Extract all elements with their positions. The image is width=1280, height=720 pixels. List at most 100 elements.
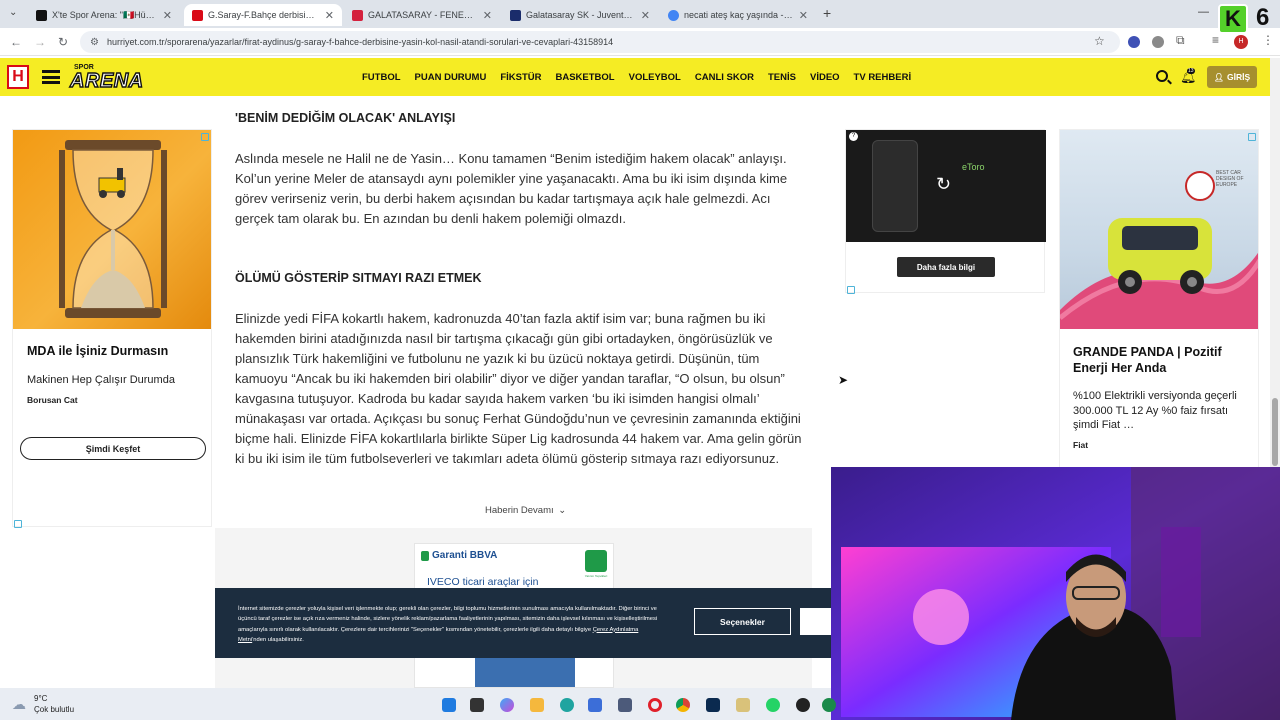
tab-title: X'te Spor Arena: "🇲🇽Hürriyet sp (52, 9, 157, 20)
left-ad-card[interactable]: MDA ile İşiniz Durmasın Makinen Hep Çalı… (12, 129, 212, 528)
extensions-puzzle-icon[interactable]: ⧉ (1176, 33, 1185, 48)
video-ad-card[interactable]: eToro ↻ ? Daha fazla bilgi (845, 129, 1046, 294)
edge-icon[interactable] (560, 698, 574, 712)
nav-item-futbol[interactable]: FUTBOL (362, 72, 401, 83)
cookie-text-end: 'nden ulaşabilirsiniz. (252, 636, 304, 643)
browser-tab[interactable]: X'te Spor Arena: "🇲🇽Hürriyet sp ✕ (28, 4, 180, 26)
nav-item-video[interactable]: VİDEO (810, 72, 840, 83)
copilot-icon[interactable] (500, 698, 514, 712)
cookie-options-button[interactable]: Seçenekler (694, 608, 791, 635)
article-paragraph: Aslında mesele ne Halil ne de Yasin… Kon… (235, 151, 788, 226)
close-tab-icon[interactable]: ✕ (163, 9, 172, 22)
chrome-icon[interactable] (676, 698, 690, 712)
adchoices-icon[interactable] (201, 133, 209, 141)
browser-tab-active[interactable]: G.Saray-F.Bahçe derbisine Yasin ✕ (184, 4, 342, 26)
bookmark-star-icon[interactable]: ☆ (1094, 34, 1105, 48)
url-text: hurriyet.com.tr/sporarena/yazarlar/firat… (106, 37, 614, 47)
file-explorer-icon[interactable] (530, 698, 544, 712)
hamburger-menu-icon[interactable] (42, 70, 60, 84)
browser-tab[interactable]: Galatasaray SK - Juventus, 17 Ş ✕ (502, 4, 658, 26)
read-more-link[interactable]: Haberin Devamı ⌄ (485, 505, 566, 516)
nav-item-canli-skor[interactable]: CANLI SKOR (695, 72, 754, 83)
tab-title: necati ateş kaç yaşında - Googl (684, 10, 793, 20)
minimize-icon[interactable]: — (1198, 6, 1209, 18)
weather-temp[interactable]: 9°C (34, 694, 47, 703)
tab-search-icon[interactable]: ⌄ (9, 7, 17, 18)
search-icon[interactable] (1156, 70, 1168, 82)
ad-info-icon[interactable] (14, 520, 22, 528)
banner-text: IVECO ticari araçlar için (427, 576, 539, 588)
nav-item-tv-rehberi[interactable]: TV REHBERİ (854, 72, 912, 83)
google-favicon-icon (668, 9, 679, 21)
browser-tab[interactable]: necati ateş kaç yaşında - Googl ✕ (660, 4, 816, 26)
close-tab-icon[interactable]: ✕ (641, 9, 650, 22)
app-icon[interactable] (822, 698, 836, 712)
chevron-down-icon: ⌄ (558, 505, 567, 516)
windows-start-icon[interactable] (442, 698, 456, 712)
site-info-icon[interactable]: ⚙ (90, 37, 99, 48)
ad-brand: Borusan Cat (27, 395, 78, 405)
forward-icon[interactable]: → (34, 35, 46, 49)
back-icon[interactable]: ← (10, 35, 22, 49)
banner-brand: Garanti BBVA (432, 550, 498, 561)
video-ad-player[interactable]: eToro ↻ ? (846, 130, 1046, 242)
browser-menu-icon[interactable]: ⋮ (1262, 33, 1274, 47)
nav-item-fikstur[interactable]: FİKSTÜR (500, 72, 541, 83)
article-paragraph: Elinizde yedi FİFA kokartlı hakem, kadro… (235, 311, 802, 466)
task-view-icon[interactable] (470, 698, 484, 712)
cookie-text: İnternet sitemizde çerezler yoluyla kişi… (238, 604, 663, 645)
tab-title: GALATASARAY - FENERBAHÇE (368, 10, 477, 20)
profile-avatar[interactable]: H (1234, 35, 1248, 49)
extension-icon[interactable] (1128, 36, 1140, 48)
replay-icon[interactable]: ↻ (936, 174, 951, 195)
opera-icon[interactable] (648, 698, 662, 712)
hourglass-ad-image[interactable] (13, 130, 211, 329)
nav-item-voleybol[interactable]: VOLEYBOL (629, 72, 681, 83)
close-tab-icon[interactable]: ✕ (799, 9, 808, 22)
award-text: BEST CAR DESIGN OF EUROPE (1216, 170, 1244, 188)
adchoices-icon[interactable] (1248, 133, 1256, 141)
spor-arena-logo[interactable]: ARENA SPOR (69, 64, 144, 93)
brand-top: SPOR (74, 64, 94, 71)
weather-icon[interactable]: ☁ (12, 696, 26, 713)
nav-item-basketbol[interactable]: BASKETBOL (555, 72, 614, 83)
nav-item-puan-durumu[interactable]: PUAN DURUMU (415, 72, 487, 83)
app-icon[interactable] (736, 698, 750, 712)
hurriyet-favicon-icon (192, 9, 203, 21)
browser-tab[interactable]: GALATASARAY - FENERBAHÇE ✕ (344, 4, 500, 26)
scrollbar-thumb[interactable] (1272, 398, 1278, 466)
fiat-ad-image[interactable] (1060, 130, 1258, 329)
site-favicon-icon (510, 9, 521, 21)
badge-label: Yatırım Teşvikleri (584, 574, 608, 578)
channel-logo-letter: K (1225, 6, 1241, 31)
photoshop-icon[interactable] (706, 698, 720, 712)
weather-desc[interactable]: Çok bulutlu (34, 705, 74, 714)
ad-cta-button[interactable]: Şimdi Keşfet (20, 437, 206, 460)
whatsapp-icon[interactable] (766, 698, 780, 712)
url-field[interactable]: ⚙ hurriyet.com.tr/sporarena/yazarlar/fir… (80, 31, 1120, 53)
app-icon[interactable] (618, 698, 632, 712)
hourglass-illustration (59, 140, 167, 318)
extension-icon[interactable] (1152, 36, 1164, 48)
adchoices-icon[interactable] (847, 286, 855, 294)
main-nav: FUTBOL PUAN DURUMU FİKSTÜR BASKETBOL VOL… (362, 58, 911, 96)
read-more-label: Haberin Devamı (485, 505, 554, 516)
new-tab-icon[interactable]: + (823, 5, 831, 21)
close-tab-icon[interactable]: ✕ (483, 9, 492, 22)
obs-icon[interactable] (796, 698, 810, 712)
ad-title: MDA ile İşiniz Durmasın (27, 344, 169, 358)
right-ad-card[interactable]: BEST CAR DESIGN OF EUROPE GRANDE PANDA |… (1059, 129, 1259, 469)
phone-mockup (872, 140, 918, 232)
ad-help-icon[interactable]: ? (849, 132, 858, 141)
reading-list-icon[interactable]: ≡ (1212, 33, 1219, 47)
store-icon[interactable] (588, 698, 602, 712)
hurriyet-logo[interactable]: H (7, 65, 29, 89)
close-tab-icon[interactable]: ✕ (325, 9, 334, 22)
more-info-button[interactable]: Daha fazla bilgi (897, 257, 995, 277)
nav-item-tenis[interactable]: TENİS (768, 72, 796, 83)
cookie-options-label: Seçenekler (720, 616, 765, 627)
reload-icon[interactable]: ↻ (58, 35, 68, 49)
ad-brand: Fiat (1073, 440, 1089, 450)
login-button[interactable]: 👤︎ GİRİŞ (1207, 66, 1257, 88)
page-scrollbar[interactable] (1270, 58, 1280, 468)
